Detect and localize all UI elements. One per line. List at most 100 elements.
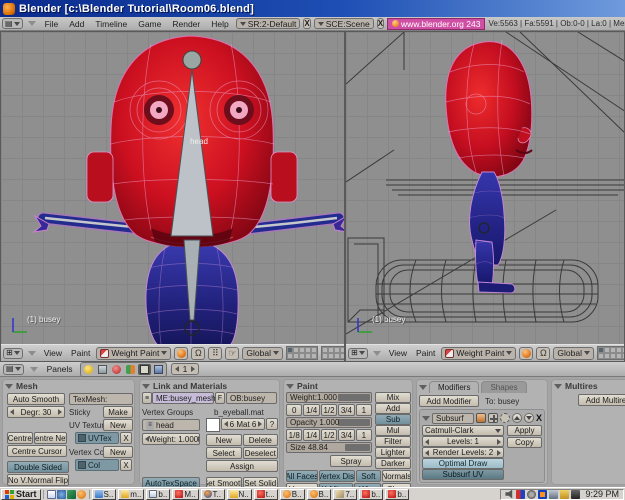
render-levels-field[interactable]: Render Levels: 2	[422, 447, 504, 458]
delete-modifier-button[interactable]: X	[536, 413, 542, 423]
menu-timeline[interactable]: Timeline	[91, 19, 131, 29]
task-button[interactable]: S..	[92, 489, 117, 500]
header-collapse-icon[interactable]	[28, 21, 36, 26]
desktop-icon[interactable]	[57, 490, 66, 499]
viewport-side[interactable]: (1) busey ⊞ View Paint Weight Paint Ω Gl…	[345, 31, 625, 362]
vertex-group-select[interactable]: ≡head	[142, 419, 200, 431]
multires-panel-title[interactable]: Multires	[554, 381, 625, 391]
object-context-button[interactable]	[124, 364, 137, 375]
subsurf-apply-button[interactable]: Apply	[507, 425, 542, 436]
scene-unlink-button[interactable]: X	[377, 18, 384, 29]
normals-toggle[interactable]: Normals	[382, 470, 411, 482]
task-button[interactable]: B..	[307, 489, 332, 500]
menu-file[interactable]: File	[41, 19, 63, 29]
mesh-panel-title[interactable]: Mesh	[5, 381, 132, 391]
move-up-button[interactable]	[512, 413, 522, 423]
blend-mul-button[interactable]: Mul	[375, 425, 411, 436]
vertex-dist-toggle[interactable]: Vertex Dist	[319, 470, 355, 482]
volume-icon[interactable]	[505, 490, 514, 499]
add-modifier-button[interactable]: Add Modifier	[419, 395, 479, 407]
viewport-side-canvas[interactable]: (1) busey	[346, 32, 624, 346]
blender-launch-icon[interactable]	[77, 490, 86, 499]
viewport-front[interactable]: head (1) busey ⊞ View Paint Weight Paint…	[0, 31, 345, 362]
shading-context-button[interactable]	[110, 364, 123, 375]
menu-add[interactable]: Add	[65, 19, 88, 29]
centre-button[interactable]: Centre	[7, 432, 33, 444]
window-type-button[interactable]: ▤	[3, 364, 24, 375]
link-panel-title[interactable]: Link and Materials	[142, 381, 277, 391]
subsurf-copy-button[interactable]: Copy	[507, 437, 542, 448]
task-button[interactable]: N..	[227, 489, 252, 500]
uvtex-field[interactable]: UVTex	[75, 432, 119, 444]
blend-add-button[interactable]: Add	[375, 403, 411, 414]
orientation-select[interactable]: Global	[553, 347, 594, 360]
mode-select[interactable]: Weight Paint	[96, 347, 171, 360]
task-button[interactable]: T..	[201, 489, 225, 500]
task-button[interactable]: b..	[359, 489, 383, 500]
set-solid-button[interactable]: Set Solid	[243, 477, 279, 487]
screen-unlink-button[interactable]: X	[303, 18, 310, 29]
mode-select[interactable]: Weight Paint	[441, 347, 516, 360]
weight-field[interactable]: Weight: 1.000	[142, 433, 200, 445]
layer-buttons[interactable]	[597, 346, 624, 360]
task-button[interactable]: b..	[385, 489, 409, 500]
draw-mode-button[interactable]	[519, 347, 533, 360]
layer-block-left[interactable]	[597, 346, 624, 360]
set-smooth-button[interactable]: Set Smooth	[206, 477, 242, 487]
tray-app-icon[interactable]	[560, 490, 569, 499]
tab-shapes[interactable]: Shapes	[481, 381, 526, 393]
blend-lighter-button[interactable]: Lighter	[375, 447, 411, 458]
header-collapse-icon[interactable]	[28, 351, 36, 356]
subsurf-name-field[interactable]: Subsurf	[432, 413, 474, 424]
blend-filter-button[interactable]: Filter	[375, 436, 411, 447]
script-context-button[interactable]	[96, 364, 109, 375]
weight-slider[interactable]: Weight:1.000	[286, 392, 372, 403]
media-icon[interactable]	[67, 490, 76, 499]
no-vnormal-flip-toggle[interactable]: No V.Normal Flip	[7, 474, 69, 486]
draw-mode-button[interactable]	[174, 347, 188, 360]
paint-panel-title[interactable]: Paint	[286, 381, 410, 391]
all-faces-toggle[interactable]: All Faces	[286, 470, 318, 482]
assign-button[interactable]: Assign	[206, 460, 278, 472]
task-button[interactable]: b..	[146, 489, 170, 500]
layer-block-right[interactable]	[321, 346, 344, 360]
group-deselect-button[interactable]: Deselect	[243, 447, 279, 459]
autotexspace-toggle[interactable]: AutoTexSpace	[142, 477, 200, 487]
tray-app-icon[interactable]	[538, 490, 547, 499]
group-delete-button[interactable]: Delete	[243, 434, 279, 446]
weight-preset-quarter[interactable]: 1/4	[303, 404, 319, 416]
screen-selector[interactable]: SR:2-Default	[236, 18, 301, 29]
opacity-preset-eighth[interactable]: 1/8	[286, 429, 302, 441]
task-button[interactable]: M..	[172, 489, 198, 500]
viewport-type-button[interactable]: ⊞	[3, 348, 23, 359]
menu-help[interactable]: Help	[207, 19, 232, 29]
task-button[interactable]: m..	[118, 489, 144, 500]
header-collapse-icon[interactable]	[373, 351, 381, 356]
window-type-button[interactable]: ▤	[2, 18, 23, 29]
paint-menu[interactable]: Paint	[413, 348, 438, 358]
menu-render[interactable]: Render	[168, 19, 204, 29]
render-toggle-icon[interactable]	[476, 413, 486, 423]
panel-collapse-icon[interactable]	[419, 385, 427, 390]
auto-smooth-button[interactable]: Auto Smooth	[7, 393, 65, 405]
material-color-swatch[interactable]	[206, 418, 220, 432]
material-question-button[interactable]: ?	[266, 418, 278, 430]
centre-cursor-button[interactable]: Centre Cursor	[7, 445, 67, 457]
layer-buttons[interactable]	[286, 346, 344, 360]
size-slider[interactable]: Size 48.84	[286, 442, 372, 453]
mail-icon[interactable]	[47, 490, 56, 499]
window-titlebar[interactable]: Blender [c:\Blender Tutorial\Room06.blen…	[0, 0, 625, 17]
editmode-toggle-icon[interactable]	[500, 413, 510, 423]
editing-context-button[interactable]	[138, 364, 151, 375]
tray-app-icon[interactable]	[516, 490, 525, 499]
degr-field[interactable]: Degr: 30	[7, 406, 65, 418]
centre-new-button[interactable]: Centre New	[34, 432, 67, 444]
blend-darker-button[interactable]: Darker	[375, 458, 411, 469]
increment-icon[interactable]	[191, 366, 195, 372]
decrement-icon[interactable]	[175, 366, 179, 372]
orientation-select[interactable]: Global	[242, 347, 283, 360]
tab-modifiers[interactable]: Modifiers	[429, 381, 479, 393]
start-button[interactable]: Start	[1, 489, 41, 500]
pivot-button[interactable]: Ω	[191, 347, 205, 360]
spray-button[interactable]: Spray	[330, 455, 372, 467]
